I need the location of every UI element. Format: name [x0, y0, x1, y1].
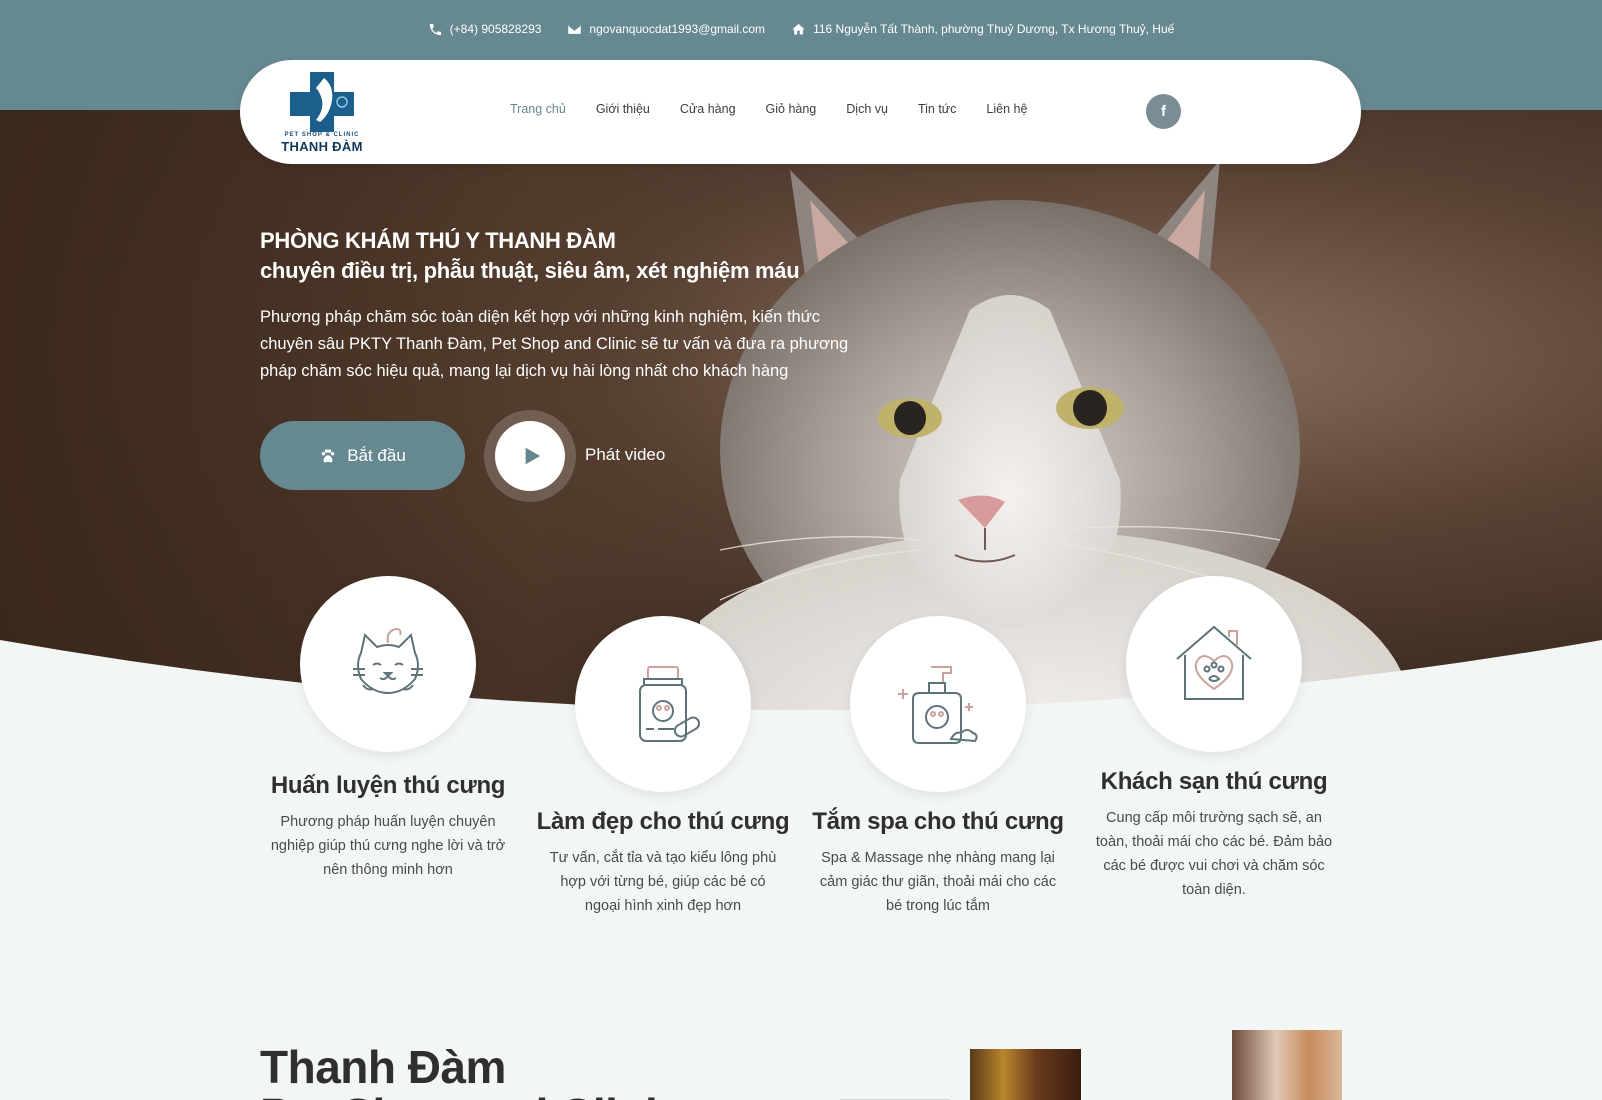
address-text: 116 Nguyễn Tất Thành, phường Thuỷ Dương,… [813, 22, 1175, 36]
navigation-bar: PET SHOP & CLINIC THANH ĐÀM Trang chủ Gi… [240, 60, 1361, 164]
nav-item-about[interactable]: Giới thiệu [596, 102, 650, 116]
hero-cat-image [700, 160, 1410, 720]
about-title-line1: Thanh Đàm [260, 1041, 506, 1093]
nav-item-home[interactable]: Trang chủ [510, 102, 566, 116]
service-spa-description: Spa & Massage nhẹ nhàng mang lại cảm giá… [819, 850, 1057, 914]
logo-name: THANH ĐÀM [281, 139, 363, 154]
service-hotel-description: Cung cấp môi trường sạch sẽ, an toàn, th… [1095, 810, 1333, 898]
envelope-icon [568, 24, 582, 34]
email-text: ngovanquocdat1993@gmail.com [589, 22, 766, 36]
topbar-phone[interactable]: (+84) 905828293 [428, 18, 542, 40]
main-nav: Trang chủ Giới thiệu Cửa hàng Giỏ hàng D… [510, 102, 1027, 116]
service-grooming-circle[interactable] [575, 616, 751, 792]
clinic-cross-logo-icon [290, 72, 354, 132]
phone-text: (+84) 905828293 [449, 22, 542, 36]
hero-description: Phương pháp chăm sóc toàn diện kết hợp v… [260, 308, 849, 380]
start-button-label: Bắt đầu [347, 445, 406, 465]
hero-section [0, 110, 1602, 720]
cat-icon [353, 627, 423, 695]
service-training-title: Huấn luyện thú cưng [270, 772, 506, 799]
hero-subtitle: chuyên điều trị, phẫu thuật, siêu âm, xé… [260, 258, 800, 283]
topbar-address[interactable]: 116 Nguyễn Tất Thành, phường Thuỷ Dương,… [791, 18, 1174, 40]
pet-house-icon [1176, 625, 1252, 700]
about-image-2 [1232, 1030, 1342, 1100]
service-spa-circle[interactable] [850, 616, 1026, 792]
service-training-circle[interactable] [300, 576, 476, 752]
topbar-email[interactable]: ngovanquocdat1993@gmail.com [567, 18, 765, 40]
play-icon [525, 447, 541, 465]
home-icon [792, 23, 805, 34]
service-spa-title: Tắm spa cho thú cưng [812, 808, 1064, 835]
logo[interactable]: PET SHOP & CLINIC THANH ĐÀM [280, 68, 364, 158]
nav-item-contact[interactable]: Liên hệ [986, 102, 1027, 116]
medicine-bottle-icon [639, 666, 701, 742]
service-training-description: Phương pháp huấn luyện chuyên nghiệp giú… [270, 814, 506, 878]
service-hotel-title: Khách sạn thú cưng [1100, 768, 1328, 795]
logo-tagline: PET SHOP & CLINIC [284, 132, 360, 138]
play-button-circle [495, 421, 565, 491]
facebook-icon[interactable]: f [1146, 94, 1181, 129]
play-video-button[interactable] [484, 410, 576, 502]
hero-title: PHÒNG KHÁM THÚ Y THANH ĐÀM [260, 228, 616, 253]
nav-item-cart[interactable]: Giỏ hàng [766, 102, 817, 116]
nav-item-services[interactable]: Dịch vụ [846, 102, 888, 116]
service-grooming-description: Tư vấn, cắt tỉa và tạo kiểu lông phù hợp… [549, 850, 777, 914]
service-grooming-title: Làm đẹp cho thú cưng [536, 808, 790, 835]
nav-item-shop[interactable]: Cửa hàng [680, 102, 736, 116]
paw-icon [321, 448, 335, 462]
service-hotel-circle[interactable] [1126, 576, 1302, 752]
shampoo-bottle-icon [898, 666, 978, 744]
about-image-1 [970, 1049, 1081, 1100]
start-button[interactable]: Bắt đầu [260, 421, 465, 490]
nav-item-news[interactable]: Tin tức [918, 102, 956, 116]
phone-icon [429, 23, 441, 35]
about-title-line2: Pet Shop and Clinic [260, 1088, 683, 1100]
wave-divider [0, 640, 1602, 730]
play-video-label[interactable]: Phát video [585, 445, 665, 465]
